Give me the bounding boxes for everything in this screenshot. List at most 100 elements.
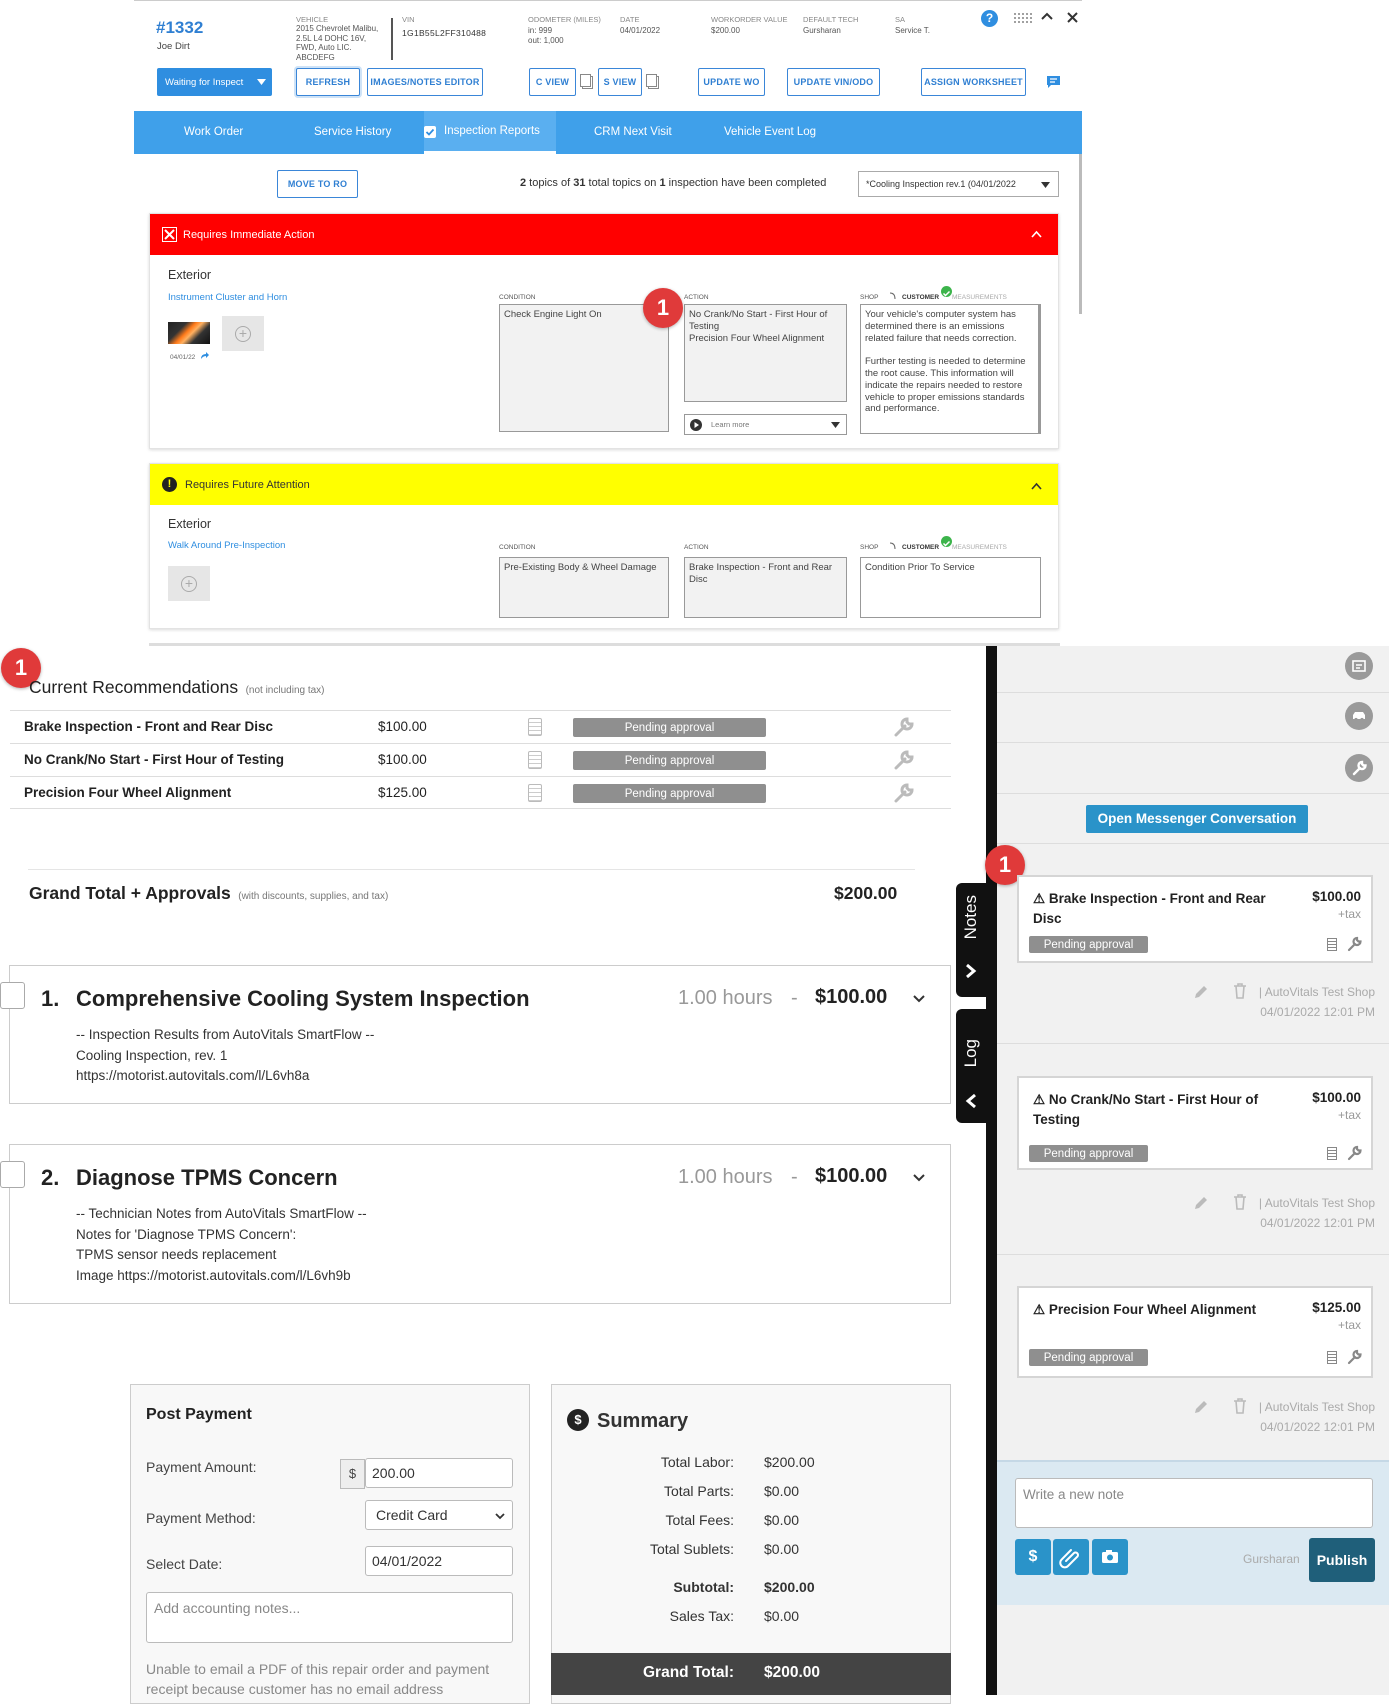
job-title[interactable]: Comprehensive Cooling System Inspection bbox=[76, 986, 530, 1012]
sidebar-separator bbox=[997, 1254, 1389, 1255]
share-icon[interactable] bbox=[200, 351, 210, 360]
status-badge: Pending approval bbox=[573, 718, 766, 737]
status-dropdown[interactable]: Waiting for Inspect bbox=[157, 68, 272, 96]
action-field[interactable]: No Crank/No Start - First Hour of Testin… bbox=[684, 304, 847, 402]
job-checkbox[interactable] bbox=[0, 1161, 25, 1188]
camera-button[interactable] bbox=[1092, 1539, 1128, 1575]
note-card[interactable]: ⚠ No Crank/No Start - First Hour of Test… bbox=[1017, 1076, 1373, 1170]
job-card[interactable]: 2. Diagnose TPMS Concern 1.00 hours - $1… bbox=[0, 1144, 951, 1304]
recommendation-price: $100.00 bbox=[378, 752, 427, 767]
wrench-icon[interactable] bbox=[893, 782, 915, 804]
clipboard-icon[interactable] bbox=[528, 751, 542, 769]
notes-tab[interactable]: Notes bbox=[956, 883, 986, 997]
summary-label: Total Sublets: bbox=[649, 1541, 734, 1557]
copy-icon[interactable] bbox=[580, 74, 591, 87]
job-number: 2. bbox=[41, 1165, 60, 1190]
measurements-label: MEASUREMENTS bbox=[952, 294, 1007, 301]
topic-link[interactable]: Instrument Cluster and Horn bbox=[168, 292, 287, 303]
job-dash: - bbox=[791, 987, 798, 1009]
chevron-down-icon[interactable] bbox=[913, 995, 925, 1003]
summary-value: $0.00 bbox=[764, 1541, 800, 1557]
note-card[interactable]: ⚠ Precision Four Wheel Alignment $125.00… bbox=[1017, 1286, 1373, 1378]
note-card[interactable]: ⚠ Brake Inspection - Front and Rear Disc… bbox=[1017, 875, 1373, 963]
s-view-button[interactable]: S VIEW bbox=[598, 68, 642, 96]
publish-button[interactable]: Publish bbox=[1309, 1538, 1375, 1582]
wrench-icon[interactable] bbox=[1345, 754, 1373, 782]
chat-icon[interactable] bbox=[1046, 75, 1061, 89]
assign-worksheet-button[interactable]: ASSIGN WORKSHEET bbox=[921, 68, 1026, 96]
dollar-button[interactable]: $ bbox=[1015, 1539, 1051, 1575]
help-icon[interactable]: ? bbox=[981, 10, 998, 27]
tab-inspection-reports[interactable]: Inspection Reports bbox=[444, 110, 540, 153]
chevron-up-icon[interactable] bbox=[1040, 11, 1054, 21]
car-icon[interactable] bbox=[1345, 702, 1373, 730]
attach-button[interactable] bbox=[1053, 1539, 1089, 1575]
clipboard-icon[interactable] bbox=[528, 784, 542, 802]
recommendation-row[interactable]: Brake Inspection - Front and Rear Disc $… bbox=[10, 710, 951, 743]
customer-text-field[interactable]: Condition Prior To Service bbox=[860, 557, 1041, 618]
copy-icon[interactable] bbox=[646, 74, 657, 87]
chevron-down-icon[interactable] bbox=[913, 1174, 925, 1182]
inspection-photo[interactable] bbox=[168, 322, 210, 344]
play-icon bbox=[690, 419, 702, 431]
payment-method-select[interactable]: Credit Card bbox=[365, 1500, 513, 1530]
wrench-icon[interactable] bbox=[893, 716, 915, 738]
move-to-ro-button[interactable]: MOVE TO RO bbox=[277, 170, 358, 198]
tab-crm-next-visit[interactable]: CRM Next Visit bbox=[594, 111, 672, 154]
open-messenger-button[interactable]: Open Messenger Conversation bbox=[1086, 805, 1308, 833]
payment-amount-input[interactable]: 200.00 bbox=[365, 1458, 513, 1488]
new-note-input[interactable]: Write a new note bbox=[1015, 1478, 1373, 1528]
customer-text-field[interactable]: Your vehicle's computer system has deter… bbox=[860, 304, 1041, 434]
clipboard-icon[interactable] bbox=[1327, 1147, 1337, 1160]
refresh-button[interactable]: REFRESH bbox=[296, 68, 360, 96]
log-tab[interactable]: Log bbox=[956, 1009, 986, 1123]
tab-service-history[interactable]: Service History bbox=[314, 111, 391, 154]
learn-more-select[interactable]: Learn more bbox=[684, 414, 847, 435]
clipboard-icon[interactable] bbox=[528, 718, 542, 736]
tech-value: Gursharan bbox=[803, 26, 841, 35]
wrench-icon[interactable] bbox=[893, 749, 915, 771]
wrench-icon[interactable] bbox=[1347, 936, 1363, 952]
wo-value: $200.00 bbox=[711, 26, 740, 35]
recommendation-row[interactable]: Precision Four Wheel Alignment $125.00 P… bbox=[10, 776, 951, 809]
topic-link[interactable]: Walk Around Pre-Inspection bbox=[168, 540, 285, 551]
summary-value: $0.00 bbox=[764, 1512, 800, 1528]
immediate-action-header[interactable]: Requires Immediate Action bbox=[150, 214, 1058, 255]
scrollbar[interactable] bbox=[1079, 154, 1082, 314]
close-icon[interactable] bbox=[1066, 11, 1079, 24]
condition-field[interactable]: Check Engine Light On bbox=[499, 304, 669, 432]
payment-date-input[interactable]: 04/01/2022 bbox=[365, 1546, 513, 1576]
clipboard-icon[interactable] bbox=[1327, 938, 1337, 951]
measurements-label: MEASUREMENTS bbox=[952, 544, 1007, 551]
tab-vehicle-event-log[interactable]: Vehicle Event Log bbox=[724, 111, 816, 154]
accounting-notes-input[interactable]: Add accounting notes... bbox=[146, 1592, 513, 1643]
checkbox-icon bbox=[424, 126, 436, 138]
caret-down-icon bbox=[257, 79, 266, 85]
future-attention-header[interactable]: ! Requires Future Attention bbox=[150, 464, 1058, 505]
clipboard-icon[interactable] bbox=[1327, 1351, 1337, 1364]
condition-field[interactable]: Pre-Existing Body & Wheel Damage bbox=[499, 557, 669, 618]
note-card-title: ⚠ Precision Four Wheel Alignment bbox=[1033, 1300, 1293, 1320]
images-notes-editor-button[interactable]: IMAGES/NOTES EDITOR bbox=[367, 68, 483, 96]
update-wo-button[interactable]: UPDATE WO bbox=[698, 68, 765, 96]
id-card-icon[interactable] bbox=[1345, 652, 1373, 680]
job-title[interactable]: Diagnose TPMS Concern bbox=[76, 1165, 338, 1191]
add-photo-button[interactable]: + bbox=[168, 566, 210, 601]
wrench-icon[interactable] bbox=[1347, 1145, 1363, 1161]
inspection-select[interactable]: *Cooling Inspection rev.1 (04/01/2022 bbox=[858, 171, 1059, 197]
badge-marker: 1 bbox=[643, 288, 683, 328]
tab-work-order[interactable]: Work Order bbox=[184, 111, 243, 154]
update-vin-odo-button[interactable]: UPDATE VIN/ODO bbox=[787, 68, 880, 96]
action-field[interactable]: Brake Inspection - Front and Rear Disc bbox=[684, 557, 847, 618]
recommendation-row[interactable]: No Crank/No Start - First Hour of Testin… bbox=[10, 743, 951, 776]
grid-icon[interactable] bbox=[1013, 12, 1033, 24]
topics-summary: 2 topics of 31 total topics on 1 inspect… bbox=[520, 177, 826, 189]
job-checkbox[interactable] bbox=[0, 982, 25, 1009]
note-card-title-text: No Crank/No Start - First Hour of Testin… bbox=[1033, 1092, 1259, 1127]
wrench-icon[interactable] bbox=[1347, 1349, 1363, 1365]
recommendation-name: Brake Inspection - Front and Rear Disc bbox=[24, 719, 274, 734]
add-photo-button[interactable]: + bbox=[222, 316, 264, 351]
job-card[interactable]: 1. Comprehensive Cooling System Inspecti… bbox=[0, 965, 951, 1104]
log-tab-label: Log bbox=[961, 1039, 980, 1068]
c-view-button[interactable]: C VIEW bbox=[529, 68, 576, 96]
